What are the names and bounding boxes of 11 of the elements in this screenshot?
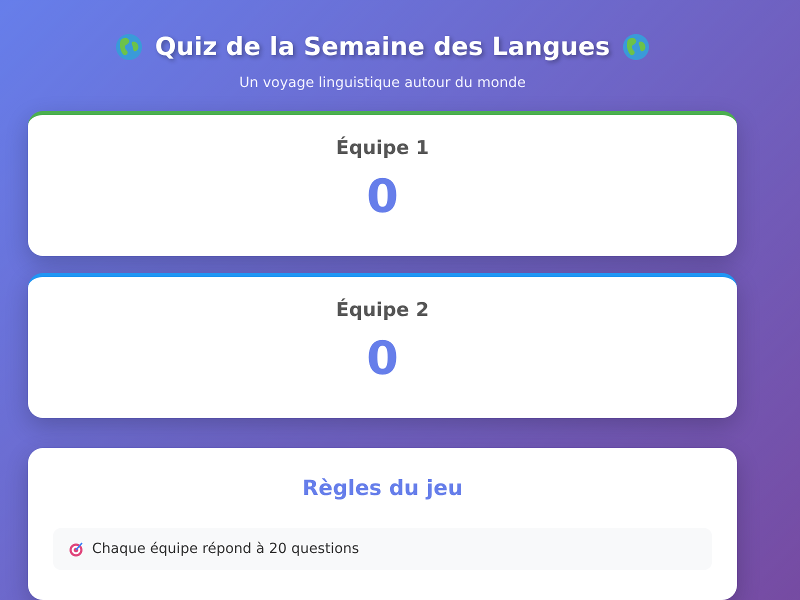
team-score: 0	[366, 331, 398, 385]
page-title: Quiz de la Semaine des Langues	[154, 32, 610, 61]
rule-text: Chaque équipe répond à 20 questions	[92, 541, 360, 557]
target-icon	[68, 541, 84, 557]
globe-icon	[114, 32, 143, 60]
team-score: 0	[366, 169, 398, 223]
team-name: Équipe 2	[336, 299, 429, 321]
globe-icon	[622, 32, 650, 60]
team-name: Équipe 1	[336, 137, 429, 159]
rules-title: Règles du jeu	[302, 476, 463, 500]
page-subtitle: Un voyage linguistique autour du monde	[239, 75, 526, 91]
